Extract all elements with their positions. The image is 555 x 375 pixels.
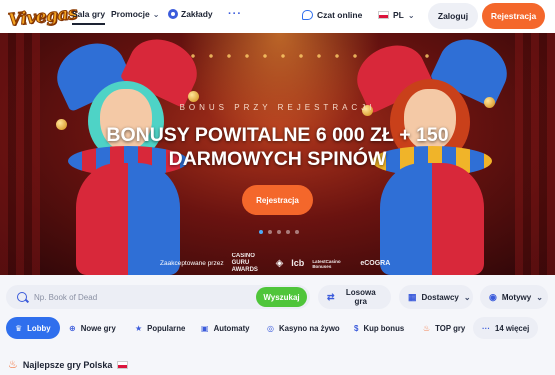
search-button[interactable]: Wyszukaj <box>256 287 307 307</box>
fire-icon: ♨ <box>423 323 431 333</box>
chevron-down-icon: ⌄ <box>407 10 415 20</box>
section-heading: ♨ Najlepsze gry Polska <box>8 358 129 371</box>
latest-casino-bonuses-logo: LatestCasino Bonuses <box>312 258 341 269</box>
filter-label: Losowa gra <box>345 288 376 306</box>
category-label: Lobby <box>27 323 51 333</box>
hero-banner: BONUS PRZY REJESTRACJI BONUSY POWITALNE … <box>0 33 555 275</box>
plus-icon: ⊕ <box>69 323 76 333</box>
category-label: Automaty <box>213 323 250 333</box>
nav-zaklady[interactable]: Zakłady <box>168 9 213 19</box>
curtain-left <box>0 33 40 275</box>
soccer-ball-icon <box>168 9 178 19</box>
search-bar: Wyszukaj <box>6 285 310 309</box>
casino-guru-logo: CASINO GURU AWARDS <box>231 253 258 273</box>
hero-subtitle: BONUS PRZY REJESTRACJI <box>179 103 376 112</box>
filter-label: Dostawcy <box>421 292 459 302</box>
language-selector[interactable]: PL ⌄ <box>378 10 415 20</box>
themes-dropdown[interactable]: ◉ Motywy ⌄ <box>480 285 548 309</box>
random-game-button[interactable]: ⇄ Losowa gra <box>318 285 391 309</box>
nav-sala-gry[interactable]: Sala gry <box>72 9 106 25</box>
site-logo[interactable]: Vivegas <box>7 3 79 31</box>
chat-label: Czat online <box>317 10 363 20</box>
carousel-indicators <box>259 230 299 234</box>
more-dots-icon: ··· <box>482 323 490 333</box>
category-buy-bonus[interactable]: $ Kup bonus <box>345 317 413 339</box>
filter-label: Motywy <box>501 292 532 302</box>
nav-label: Zakłady <box>181 9 213 19</box>
live-icon: ◎ <box>267 323 274 333</box>
shuffle-icon: ⇄ <box>327 291 335 302</box>
category-new-games[interactable]: ⊕ Nowe gry <box>60 317 125 339</box>
section-title: Najlepsze gry Polska <box>22 359 113 370</box>
palette-icon: ◉ <box>489 291 497 302</box>
category-live-casino[interactable]: ◎ Kasyno na żywo <box>258 317 349 339</box>
category-label: Popularne <box>147 323 186 333</box>
top-header: Vivegas Sala gry Promocje ⌄ Zakłady ··· … <box>0 0 555 33</box>
nav-label: Sala gry <box>72 9 106 19</box>
nav-label: Promocje <box>111 9 150 19</box>
category-label: 14 więcej <box>495 323 530 333</box>
carousel-dot[interactable] <box>286 230 290 234</box>
providers-dropdown[interactable]: ▦ Dostawcy ⌄ <box>399 285 473 309</box>
carousel-dot[interactable] <box>295 230 299 234</box>
poland-flag-icon <box>378 11 389 19</box>
carousel-dot[interactable] <box>259 230 263 234</box>
category-label: Nowe gry <box>80 323 116 333</box>
chevron-down-icon: ⌄ <box>463 292 471 302</box>
search-input[interactable] <box>34 289 254 305</box>
category-more[interactable]: ··· 14 więcej <box>473 317 539 339</box>
category-popular[interactable]: ★ Popularne <box>126 317 194 339</box>
category-slots[interactable]: ▣ Automaty <box>192 317 259 339</box>
coin-icon: $ <box>354 323 359 333</box>
lobby-icon: ♛ <box>15 323 23 333</box>
category-top-games[interactable]: ♨ TOP gry <box>414 317 474 339</box>
poland-flag-icon <box>117 360 129 369</box>
more-dots-icon[interactable]: ··· <box>228 8 242 20</box>
award-badge-icon: ◈ <box>275 258 284 269</box>
chat-online-button[interactable]: Czat online <box>302 10 362 20</box>
curtain-right <box>515 33 555 275</box>
hero-title: BONUSY POWITALNE 6 000 ZŁ + 150 DARMOWYC… <box>106 124 449 170</box>
category-label: Kasyno na żywo <box>278 323 340 333</box>
accepted-by-strip: Zaakceptowane przez CASINO GURU AWARDS ◈… <box>160 253 390 274</box>
carousel-dot[interactable] <box>268 230 272 234</box>
hero-register-button[interactable]: Rejestracja <box>242 185 313 215</box>
language-code: PL <box>393 10 404 20</box>
ecogra-logo: eCOGRA <box>360 260 391 267</box>
bell-icon <box>56 119 67 130</box>
fire-icon: ♨ <box>8 359 18 371</box>
logo-text: Vivegas <box>7 3 79 31</box>
accepted-label: Zaakceptowane przez <box>160 260 224 267</box>
category-label: TOP gry <box>435 323 466 333</box>
category-lobby[interactable]: ♛ Lobby <box>6 317 60 339</box>
login-button[interactable]: Zaloguj <box>428 3 478 29</box>
category-label: Kup bonus <box>363 323 405 333</box>
chevron-down-icon: ⌄ <box>152 9 160 19</box>
jester-body <box>380 163 484 275</box>
carousel-dot[interactable] <box>277 230 281 234</box>
search-icon <box>17 292 27 302</box>
chat-icon <box>302 10 313 20</box>
slot-icon: ▣ <box>201 323 209 333</box>
register-button[interactable]: Rejestracja <box>482 3 545 29</box>
nav-promocje[interactable]: Promocje ⌄ <box>111 9 159 19</box>
chevron-down-icon: ⌄ <box>536 292 543 302</box>
bell-icon <box>188 91 199 102</box>
lcb-logo: lcb <box>291 258 305 268</box>
star-icon: ★ <box>135 323 143 333</box>
grid-icon: ▦ <box>408 291 417 302</box>
